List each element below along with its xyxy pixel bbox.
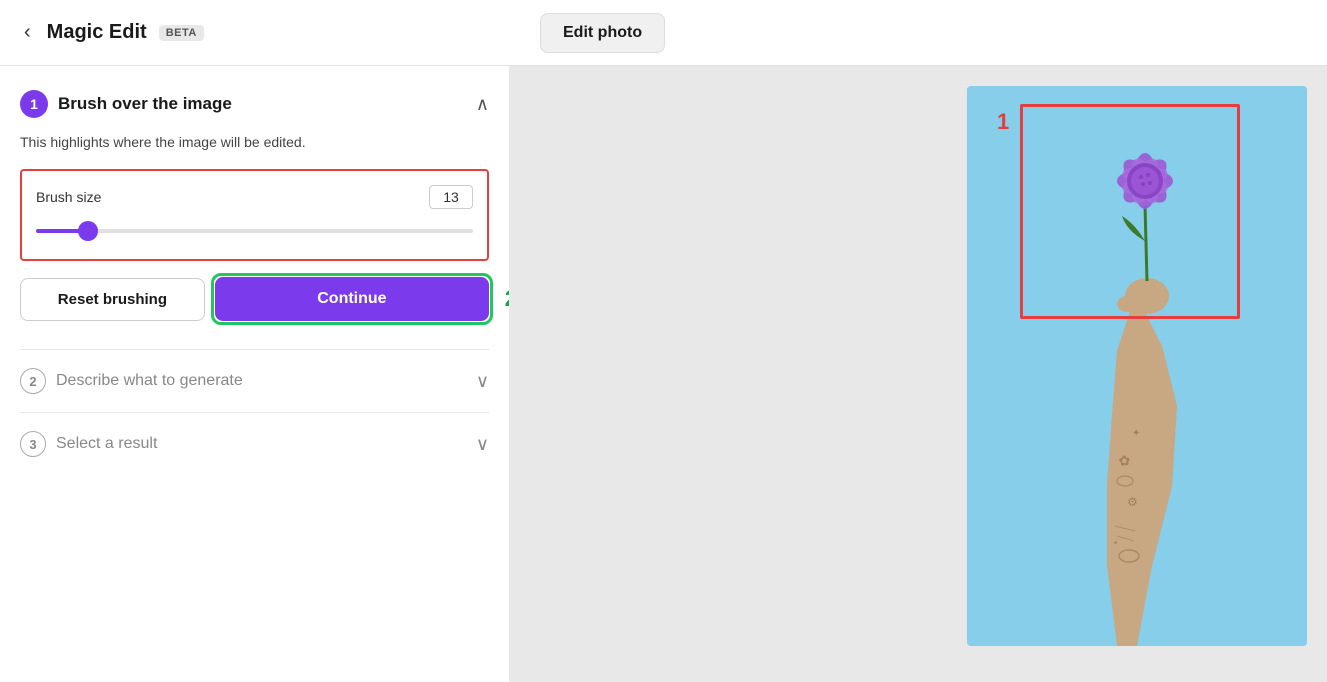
beta-badge: BETA bbox=[159, 25, 204, 41]
svg-text:✿: ✿ bbox=[1118, 452, 1131, 469]
step2-title: Describe what to generate bbox=[56, 372, 243, 390]
step2-badge: 2 bbox=[20, 368, 46, 394]
step3-title: Select a result bbox=[56, 435, 157, 453]
header: ‹ Magic Edit BETA Edit photo bbox=[0, 0, 1327, 66]
step2-left: 2 Describe what to generate bbox=[20, 368, 243, 394]
step3-chevron-down-icon: ∨ bbox=[476, 434, 489, 455]
edit-photo-button[interactable]: Edit photo bbox=[540, 13, 665, 53]
svg-text:⋆: ⋆ bbox=[1112, 537, 1119, 549]
brush-size-label: Brush size bbox=[36, 189, 101, 205]
brush-size-box: Brush size 13 bbox=[20, 169, 489, 261]
step1-header-left: 1 Brush over the image bbox=[20, 90, 232, 118]
svg-text:⚙: ⚙ bbox=[1127, 495, 1138, 509]
continue-btn-wrapper: Continue 2 bbox=[215, 277, 489, 321]
step1-chevron-up-icon[interactable]: ∧ bbox=[476, 94, 489, 115]
brush-size-value: 13 bbox=[429, 185, 473, 209]
brush-size-slider-container bbox=[36, 221, 473, 241]
slider-thumb[interactable] bbox=[78, 221, 98, 241]
reset-brushing-button[interactable]: Reset brushing bbox=[20, 278, 205, 321]
header-left: ‹ Magic Edit BETA bbox=[20, 17, 530, 48]
step1-title: Brush over the image bbox=[58, 94, 232, 114]
slider-track bbox=[36, 229, 473, 233]
step3-left: 3 Select a result bbox=[20, 431, 157, 457]
main-layout: 1 Brush over the image ∧ This highlights… bbox=[0, 66, 1327, 682]
canvas-area[interactable]: ✿ ⚙ ⋆ ✦ bbox=[510, 66, 1327, 682]
back-button[interactable]: ‹ bbox=[20, 17, 35, 48]
step1-description: This highlights where the image will be … bbox=[20, 132, 489, 153]
svg-text:✦: ✦ bbox=[1132, 428, 1140, 439]
step1-badge: 1 bbox=[20, 90, 48, 118]
header-right: Edit photo bbox=[530, 13, 1307, 53]
step2-collapsed[interactable]: 2 Describe what to generate ∨ bbox=[20, 349, 489, 412]
brush-size-row: Brush size 13 bbox=[36, 185, 473, 209]
buttons-row: Reset brushing Continue 2 bbox=[20, 277, 489, 321]
photo-svg: ✿ ⚙ ⋆ ✦ bbox=[967, 86, 1307, 646]
app-title: Magic Edit bbox=[47, 21, 147, 44]
continue-button[interactable]: Continue bbox=[215, 277, 489, 321]
photo-container: ✿ ⚙ ⋆ ✦ bbox=[967, 86, 1307, 646]
step3-collapsed[interactable]: 3 Select a result ∨ bbox=[20, 412, 489, 475]
sidebar: 1 Brush over the image ∧ This highlights… bbox=[0, 66, 510, 682]
step3-badge: 3 bbox=[20, 431, 46, 457]
step2-chevron-down-icon: ∨ bbox=[476, 371, 489, 392]
step1-header: 1 Brush over the image ∧ bbox=[20, 90, 489, 118]
